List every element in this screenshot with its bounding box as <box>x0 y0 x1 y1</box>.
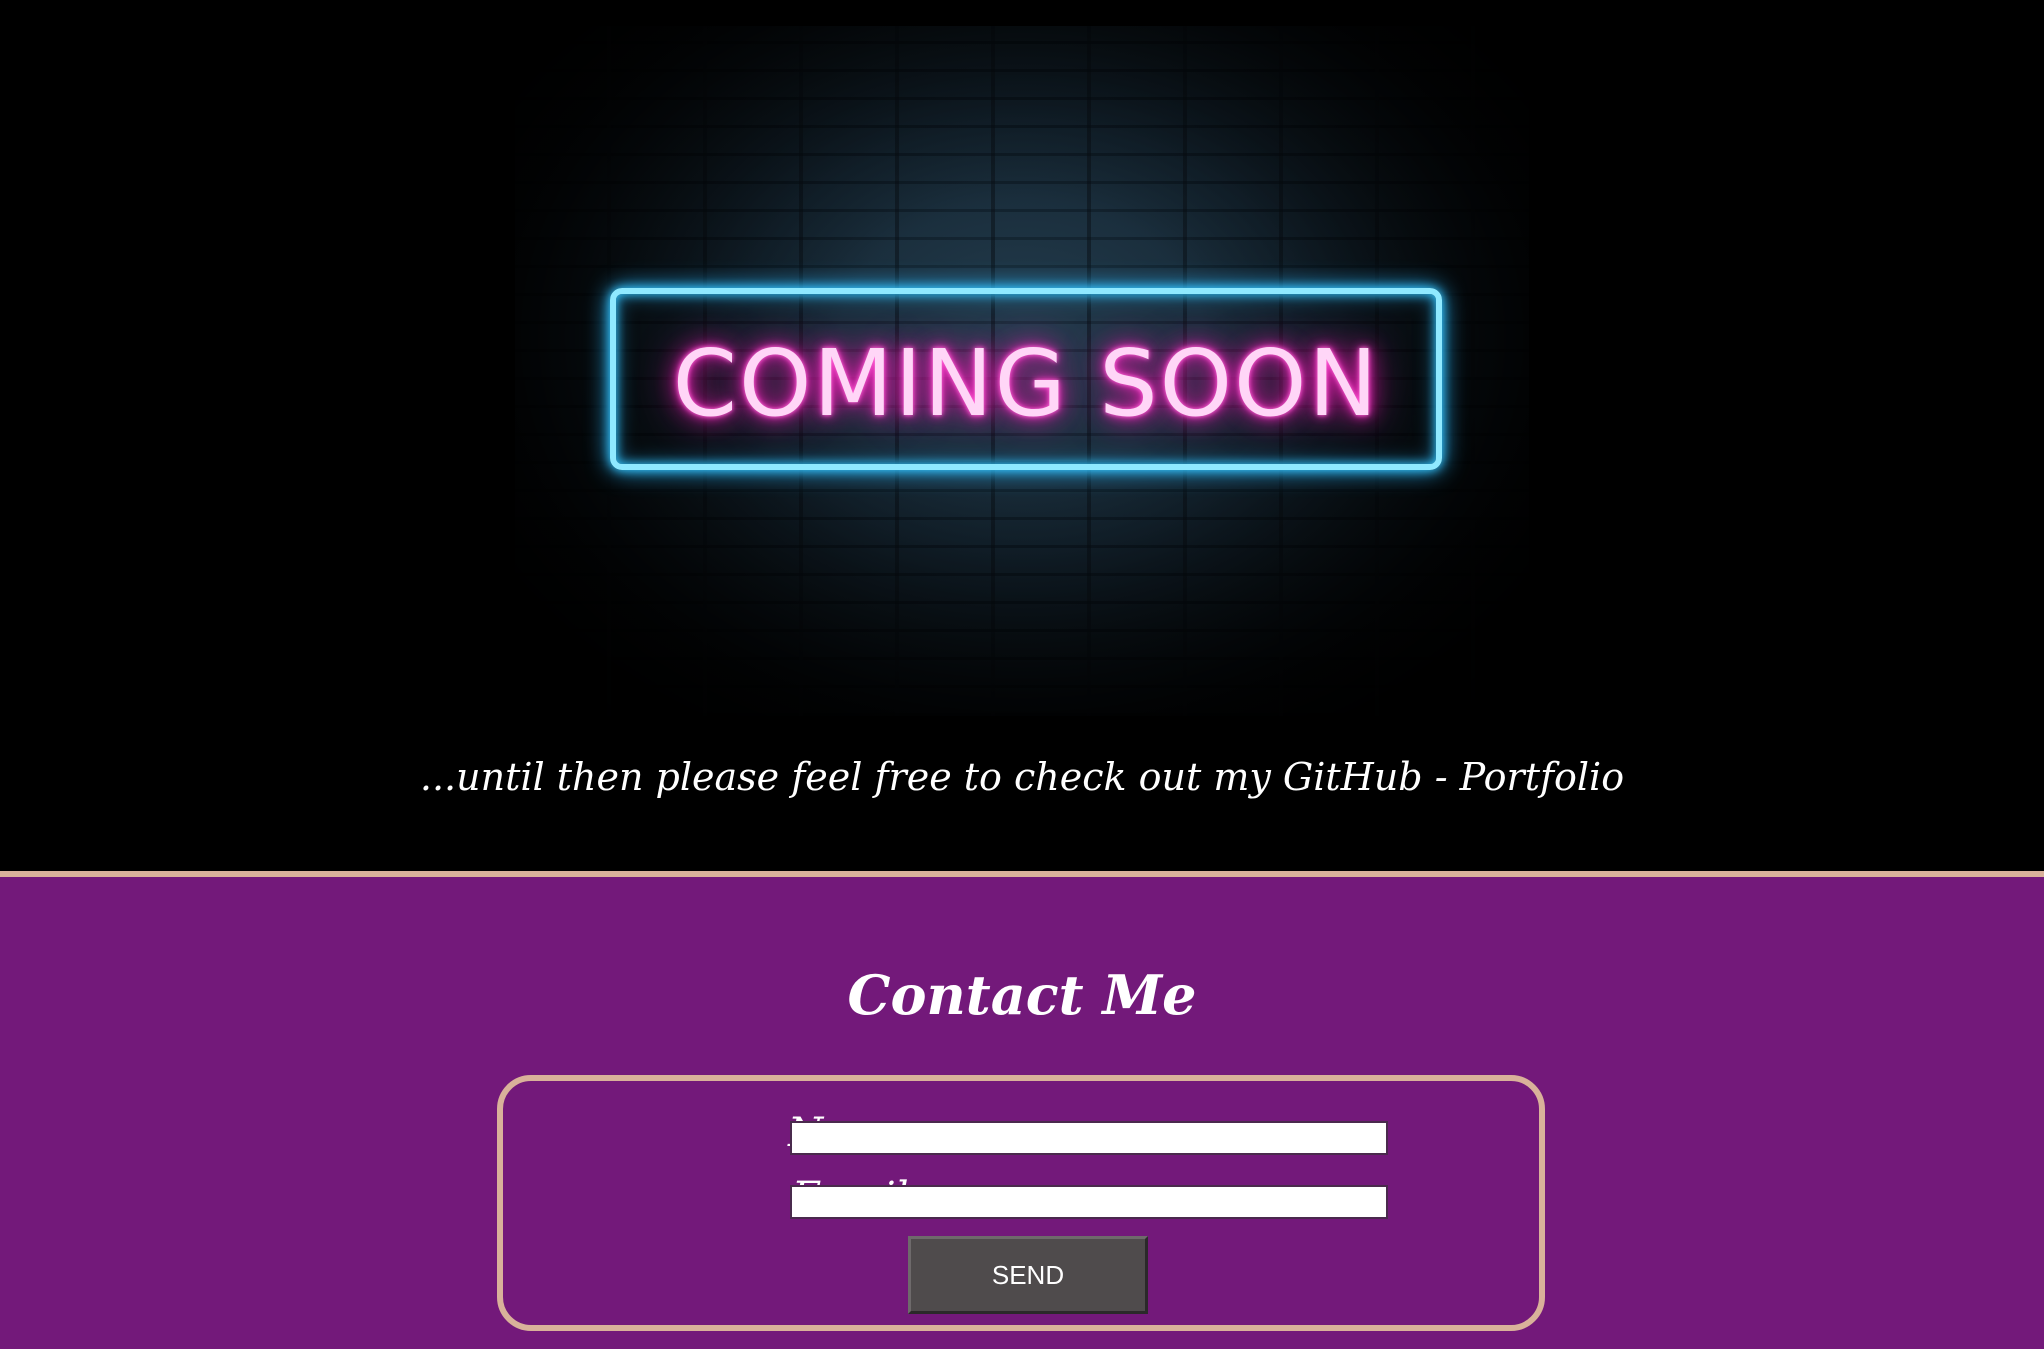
tagline: ...until then please feel free to check … <box>419 755 1625 799</box>
email-row: Email: <box>503 1175 1539 1219</box>
neon-sign-frame: COMING SOON <box>610 288 1442 470</box>
contact-section: Contact Me Name: Email: SEND <box>0 877 2044 1349</box>
hero-section: COMING SOON ...until then please feel fr… <box>0 0 2044 871</box>
coming-soon-image: COMING SOON <box>515 26 1529 716</box>
contact-title: Contact Me <box>847 963 1197 1027</box>
contact-form: Name: Email: SEND <box>497 1075 1545 1331</box>
email-input[interactable] <box>790 1185 1388 1219</box>
send-button[interactable]: SEND <box>908 1236 1148 1314</box>
neon-sign-text: COMING SOON <box>672 330 1380 437</box>
name-row: Name: <box>503 1111 1539 1155</box>
name-input[interactable] <box>790 1121 1388 1155</box>
